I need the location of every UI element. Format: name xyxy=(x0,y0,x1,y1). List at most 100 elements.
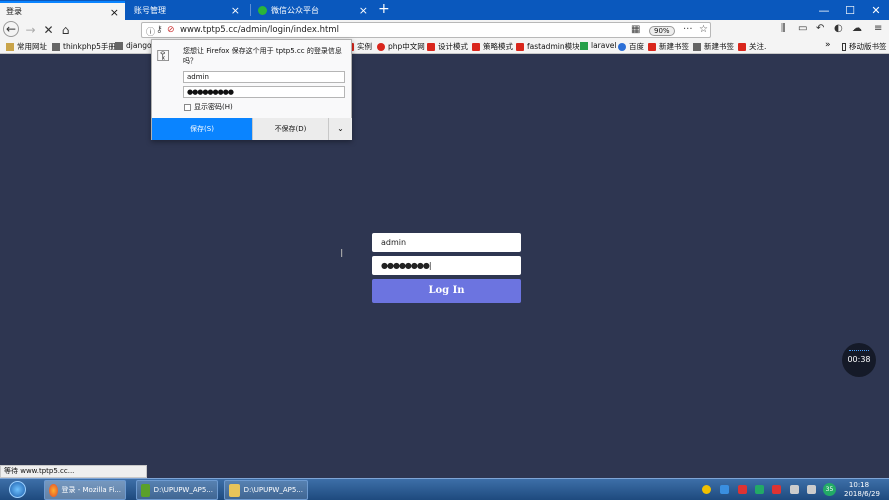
taskbar-label: D:\UPUPW_AP5... xyxy=(243,486,303,494)
key-icon[interactable]: ⚷ xyxy=(156,25,163,35)
bookmark-item[interactable]: 设计模式 xyxy=(427,41,468,52)
red-icon xyxy=(377,42,385,51)
forward-button[interactable]: → xyxy=(22,21,39,38)
sidebar-icon[interactable]: ▭ xyxy=(798,23,807,34)
taskbar: 登录 - Mozilla Fi... D:\UPUPW_AP5... D:\UP… xyxy=(0,478,889,500)
tray-icon[interactable] xyxy=(738,485,747,494)
bookmark-item[interactable]: 常用网址 xyxy=(6,41,47,52)
bookmark-item[interactable]: 新建书签 xyxy=(693,41,734,52)
wechat-icon xyxy=(258,6,267,15)
menu-icon[interactable]: ≡ xyxy=(874,23,882,34)
popup-password-field[interactable]: ●●●●●●●●● xyxy=(183,86,345,98)
bookmarks-overflow-button[interactable]: » xyxy=(825,40,831,50)
zoom-level[interactable]: 90% xyxy=(649,26,675,36)
save-password-popup: ⚿ 您想让 Firefox 保存这个用于 tptp5.cc 的登录信息吗？ ad… xyxy=(151,39,352,140)
bookmark-label: 常用网址 xyxy=(17,42,47,51)
back-button[interactable]: ← xyxy=(3,21,19,37)
username-input[interactable]: admin xyxy=(372,233,521,252)
bookmark-label: thinkphp5手册 xyxy=(63,42,116,51)
mobile-bookmarks[interactable]: 移动版书签 xyxy=(842,41,887,52)
taskbar-item-explorer-1[interactable]: D:\UPUPW_AP5... xyxy=(136,480,218,500)
start-button[interactable] xyxy=(2,479,32,500)
bookmark-item[interactable]: fastadmin模块 xyxy=(516,41,580,52)
info-icon[interactable]: ⓘ xyxy=(146,25,155,38)
tray-icon[interactable] xyxy=(755,485,764,494)
tab-login[interactable]: 登录 × xyxy=(0,1,125,20)
dj-icon xyxy=(115,41,123,50)
maximize-button[interactable]: ☐ xyxy=(837,0,863,20)
show-password-checkbox[interactable]: 显示密码(H) xyxy=(184,102,233,112)
bookmark-label: 移动版书签 xyxy=(849,42,887,51)
bookmark-item[interactable]: thinkphp5手册 xyxy=(52,41,116,52)
recording-timer: 00:38 xyxy=(842,343,876,377)
windows-logo-icon xyxy=(8,481,26,498)
tray-icon[interactable] xyxy=(720,485,729,494)
bookmark-item[interactable]: 新建书签 xyxy=(648,41,689,52)
volume-icon[interactable] xyxy=(807,485,816,494)
save-password-question: 您想让 Firefox 保存这个用于 tptp5.cc 的登录信息吗？ xyxy=(183,47,342,65)
blue-icon xyxy=(618,42,626,51)
bookmark-star-icon[interactable]: ☆ xyxy=(699,24,708,35)
chat-icon[interactable]: ☁ xyxy=(852,23,862,34)
key-icon: ⚿ xyxy=(157,46,170,65)
taskbar-item-firefox[interactable]: 登录 - Mozilla Fi... xyxy=(44,480,126,500)
insecure-lock-icon[interactable]: ⊘ xyxy=(167,25,175,35)
red-icon xyxy=(738,42,746,51)
bookmark-label: laravel xyxy=(591,41,617,50)
taskbar-clock[interactable]: 10:18 2018/6/29 xyxy=(844,481,880,499)
bookmark-label: 设计模式 xyxy=(438,42,468,51)
stop-icon: ✕ xyxy=(43,22,54,37)
taskbar-label: D:\UPUPW_AP5... xyxy=(153,486,213,494)
close-tab-icon[interactable]: × xyxy=(110,6,119,19)
minimize-button[interactable]: — xyxy=(811,0,837,20)
popup-username-field[interactable]: admin xyxy=(183,71,345,83)
tab-strip: 登录 × 账号管理 × 微信公众平台 × + — ☐ ✕ xyxy=(0,0,889,20)
bookmark-label: 关注. xyxy=(749,42,767,51)
stop-button[interactable]: ✕ xyxy=(40,21,57,38)
more-options-button[interactable]: ⌄ xyxy=(328,118,352,140)
tab-account-management[interactable]: 账号管理 × xyxy=(128,1,246,20)
red-icon xyxy=(472,42,480,51)
login-button[interactable]: Log In xyxy=(372,279,521,303)
gray-icon xyxy=(693,42,701,51)
library-icon[interactable]: ⫼ xyxy=(781,23,786,34)
url-text[interactable]: www.tptp5.cc/admin/login/index.html xyxy=(180,25,339,35)
timer-text: 00:38 xyxy=(847,355,871,364)
password-input[interactable]: ●●●●●●●●| xyxy=(372,256,521,275)
bookmark-item[interactable]: 策略模式 xyxy=(472,41,513,52)
checkbox-box[interactable] xyxy=(184,103,191,111)
bookmark-item[interactable]: 百度 xyxy=(618,41,644,52)
sync-icon[interactable]: ◐ xyxy=(834,23,843,34)
green-icon xyxy=(580,41,588,50)
tray-icon[interactable] xyxy=(772,485,781,494)
dont-save-button[interactable]: 不保存(D) xyxy=(252,118,328,140)
bookmark-item[interactable]: django xyxy=(115,41,152,50)
network-icon[interactable] xyxy=(790,485,799,494)
status-bar: 等待 www.tptp5.cc... xyxy=(0,465,147,478)
new-tab-button[interactable]: + xyxy=(378,1,390,17)
qr-code-icon[interactable]: ▦ xyxy=(631,24,640,35)
undo-icon[interactable]: ↶ xyxy=(816,23,824,34)
gear-icon xyxy=(52,42,60,51)
taskbar-item-explorer-2[interactable]: D:\UPUPW_AP5... xyxy=(224,480,308,500)
save-password-button[interactable]: 保存(S) xyxy=(152,118,252,140)
bookmark-item[interactable]: laravel xyxy=(580,41,617,50)
checkbox-label: 显示密码(H) xyxy=(194,103,233,111)
bookmark-label: 新建书签 xyxy=(659,42,689,51)
page-actions-button[interactable]: ··· xyxy=(683,24,693,35)
navigation-bar: ← → ✕ ⌂ ⓘ ⚷ ⊘ www.tptp5.cc/admin/login/i… xyxy=(0,20,889,39)
close-tab-icon[interactable]: × xyxy=(231,4,240,17)
waveform-icon xyxy=(849,350,869,354)
home-button[interactable]: ⌂ xyxy=(57,21,74,38)
bookmark-item[interactable]: 关注. xyxy=(738,41,766,52)
url-bar[interactable]: ⓘ ⚷ ⊘ www.tptp5.cc/admin/login/index.htm… xyxy=(141,22,711,38)
close-tab-icon[interactable]: × xyxy=(359,4,368,17)
bookmark-item[interactable]: php中文网 xyxy=(377,41,425,52)
bookmark-label: 新建书签 xyxy=(704,42,734,51)
close-window-button[interactable]: ✕ xyxy=(863,0,889,20)
password-mask: ●●●●●●●● xyxy=(381,261,430,270)
tray-badge[interactable]: 35 xyxy=(823,483,836,496)
tray-icon[interactable] xyxy=(702,485,711,494)
bookmark-label: 策略模式 xyxy=(483,42,513,51)
tab-wechat-platform[interactable]: 微信公众平台 × xyxy=(252,1,374,20)
